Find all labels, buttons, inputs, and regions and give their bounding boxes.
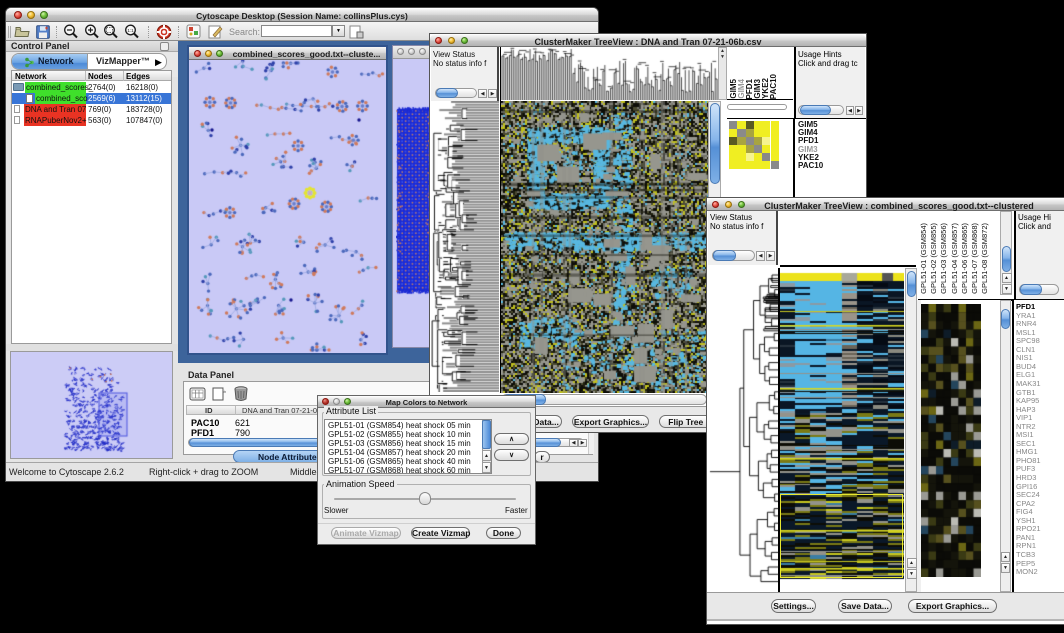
svg-text:1:1: 1:1 [127, 28, 134, 33]
